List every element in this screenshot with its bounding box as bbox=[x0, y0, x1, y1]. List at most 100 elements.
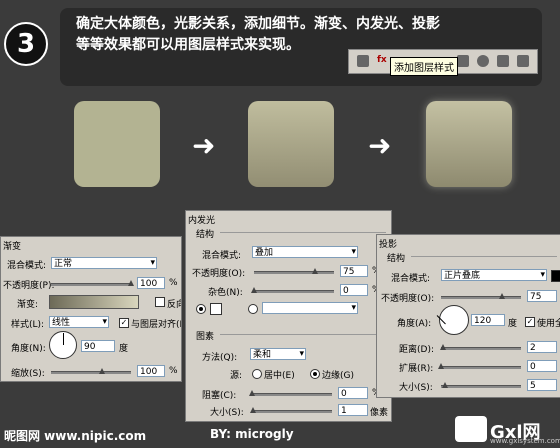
size-input[interactable]: 5 bbox=[527, 379, 557, 391]
opacity-label: 不透明度(O): bbox=[192, 269, 246, 279]
glow-gradient-picker[interactable] bbox=[262, 302, 358, 314]
structure-label: 结构 bbox=[387, 254, 406, 264]
instruction-line-1: 确定大体颜色，光影关系，添加细节。渐变、内发光、投影 bbox=[76, 16, 440, 32]
angle-dial[interactable] bbox=[436, 305, 469, 335]
group-folder-icon[interactable] bbox=[497, 55, 509, 67]
add-layer-style-icon[interactable]: fx bbox=[377, 55, 389, 67]
blend-mode-select[interactable]: 叠加 bbox=[252, 246, 358, 258]
right-arrow-icon: ➜ bbox=[368, 129, 392, 162]
add-layer-style-tooltip: 添加图层样式 bbox=[390, 57, 458, 76]
final-styled-tile bbox=[426, 101, 512, 187]
method-select[interactable]: 柔和 bbox=[250, 348, 306, 360]
spread-input[interactable]: 0 bbox=[527, 360, 557, 372]
gxl-logo-subtext: www.gxlsystem.com bbox=[490, 437, 560, 445]
slider-thumb[interactable] bbox=[128, 280, 134, 286]
blend-mode-select[interactable]: 正常 bbox=[51, 257, 157, 269]
noise-label: 杂色(N): bbox=[208, 288, 243, 298]
style-select[interactable]: 线性 bbox=[49, 316, 109, 328]
align-with-layer-label: 与图层对齐(I) bbox=[131, 320, 182, 330]
angle-input[interactable]: 90 bbox=[81, 340, 115, 352]
percent-unit: % bbox=[169, 278, 178, 288]
slider-thumb[interactable] bbox=[499, 293, 505, 299]
color-mode-radio[interactable] bbox=[196, 304, 206, 314]
reverse-checkbox[interactable] bbox=[155, 297, 165, 307]
blend-mode-select[interactable]: 正片叠底 bbox=[441, 269, 547, 281]
slider-thumb[interactable] bbox=[312, 268, 318, 274]
global-light-checkbox[interactable]: ✓ bbox=[525, 317, 535, 327]
choke-input[interactable]: 0 bbox=[338, 387, 368, 399]
shadow-color-swatch[interactable] bbox=[551, 270, 560, 282]
gradient-mode-radio[interactable] bbox=[248, 304, 258, 314]
section-divider bbox=[220, 334, 386, 335]
size-slider[interactable] bbox=[441, 382, 521, 388]
distance-label: 距离(D): bbox=[399, 345, 434, 355]
link-layers-icon[interactable] bbox=[357, 55, 369, 67]
slider-thumb[interactable] bbox=[250, 407, 256, 413]
reverse-label: 反向(R) bbox=[167, 300, 181, 310]
blend-mode-label: 混合模式: bbox=[7, 261, 47, 271]
gxl-logo-icon bbox=[455, 416, 487, 442]
section-divider bbox=[411, 256, 557, 257]
angle-label: 角度(A): bbox=[397, 319, 432, 329]
new-layer-icon[interactable] bbox=[517, 55, 529, 67]
opacity-label: 不透明度(P): bbox=[3, 281, 55, 291]
choke-slider[interactable] bbox=[249, 390, 332, 396]
size-slider[interactable] bbox=[250, 407, 332, 413]
style-label: 样式(L): bbox=[11, 320, 45, 330]
degree-unit: 度 bbox=[119, 344, 129, 354]
glow-color-swatch[interactable] bbox=[210, 303, 222, 315]
edge-label: 边缘(G) bbox=[322, 371, 354, 381]
noise-input[interactable]: 0 bbox=[340, 284, 368, 296]
angle-label: 角度(N): bbox=[11, 344, 46, 354]
angle-dial[interactable] bbox=[49, 331, 77, 359]
slider-thumb[interactable] bbox=[99, 368, 105, 374]
align-with-layer-checkbox[interactable]: ✓ bbox=[119, 318, 129, 328]
flat-color-tile bbox=[74, 101, 160, 187]
slider-thumb[interactable] bbox=[249, 390, 255, 396]
degree-unit: 度 bbox=[508, 319, 518, 329]
slider-thumb[interactable] bbox=[438, 363, 444, 369]
slider-thumb[interactable] bbox=[251, 287, 257, 293]
opacity-input[interactable]: 100 bbox=[137, 277, 165, 289]
opacity-slider[interactable] bbox=[441, 293, 521, 299]
noise-slider[interactable] bbox=[251, 287, 334, 293]
panel-title: 渐变 bbox=[3, 242, 22, 252]
choke-label: 阻塞(C): bbox=[202, 391, 237, 401]
site-watermark: 昵图网 www.nipic.com bbox=[4, 429, 147, 443]
spread-slider[interactable] bbox=[438, 363, 521, 369]
method-label: 方法(Q): bbox=[202, 353, 238, 363]
blend-mode-label: 混合模式: bbox=[391, 274, 431, 284]
spread-label: 扩展(R): bbox=[399, 364, 434, 374]
layer-mask-icon[interactable] bbox=[457, 55, 469, 67]
structure-label: 结构 bbox=[196, 230, 215, 240]
opacity-input[interactable]: 75 bbox=[527, 290, 557, 302]
inner-glow-panel: 内发光 结构 混合模式: 叠加 不透明度(O): 75 % 杂色(N): 0 %… bbox=[185, 210, 392, 422]
opacity-slider[interactable] bbox=[254, 268, 334, 274]
panel-title: 内发光 bbox=[188, 216, 216, 226]
gradient-overlay-panel: 渐变 混合模式: 正常 不透明度(P): 100 % 渐变: 反向(R) 样式(… bbox=[0, 236, 182, 382]
angle-input[interactable]: 120 bbox=[471, 314, 505, 326]
size-label: 大小(S): bbox=[399, 383, 433, 393]
blend-mode-label: 混合模式: bbox=[202, 251, 242, 261]
drop-shadow-panel: 投影 结构 混合模式: 正片叠底 不透明度(O): 75 角度(A): 120 … bbox=[376, 234, 560, 398]
scale-label: 缩放(S): bbox=[11, 369, 45, 379]
distance-slider[interactable] bbox=[440, 344, 521, 350]
slider-thumb[interactable] bbox=[440, 344, 446, 350]
elements-label: 图素 bbox=[196, 332, 215, 342]
distance-input[interactable]: 2 bbox=[527, 341, 557, 353]
section-divider bbox=[220, 232, 386, 233]
gradient-picker[interactable] bbox=[49, 295, 139, 309]
size-input[interactable]: 1 bbox=[338, 404, 368, 416]
step-number-badge: 3 bbox=[4, 22, 48, 66]
adjustment-layer-icon[interactable] bbox=[477, 55, 489, 67]
center-radio[interactable] bbox=[252, 369, 262, 379]
gradient-label: 渐变: bbox=[17, 300, 39, 310]
scale-slider[interactable] bbox=[51, 368, 131, 374]
percent-unit: % bbox=[169, 366, 178, 376]
opacity-slider[interactable] bbox=[51, 280, 134, 286]
pixel-unit: 像素 bbox=[370, 408, 389, 418]
edge-radio[interactable] bbox=[310, 369, 320, 379]
scale-input[interactable]: 100 bbox=[137, 365, 165, 377]
opacity-input[interactable]: 75 bbox=[340, 265, 368, 277]
slider-thumb[interactable] bbox=[442, 382, 448, 388]
